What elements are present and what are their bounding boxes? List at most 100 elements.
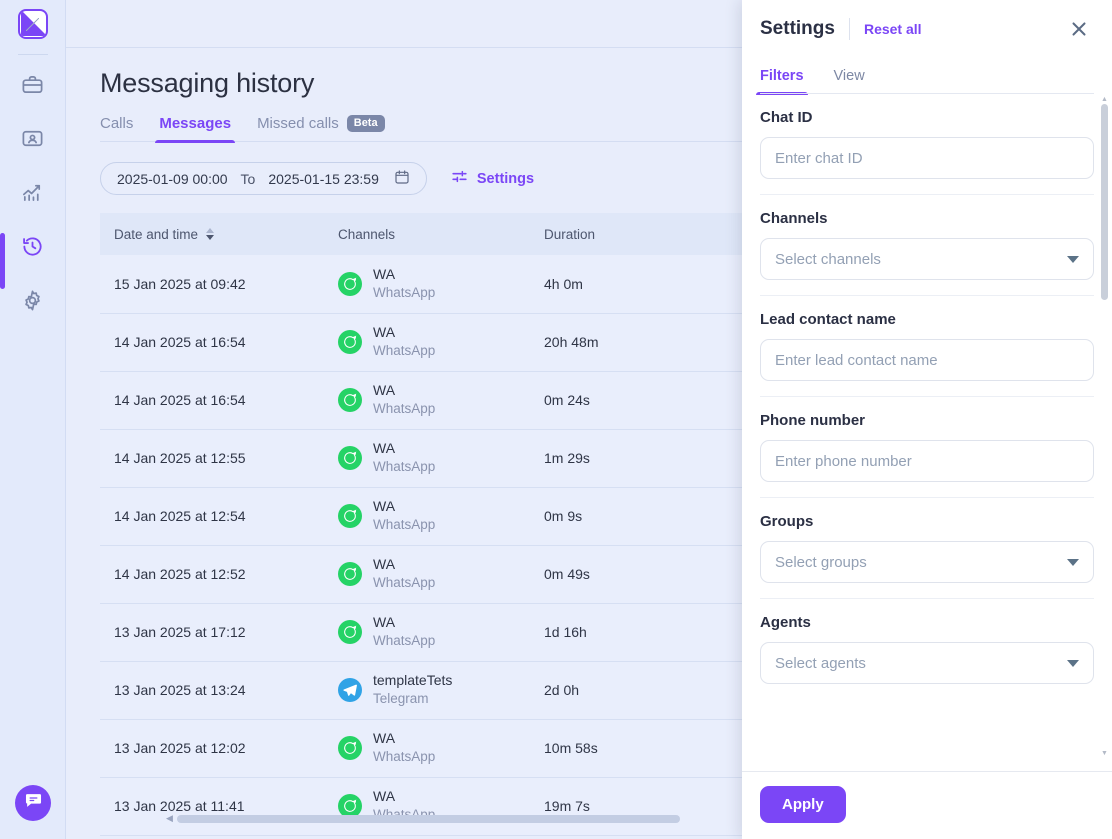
scroll-left-arrow-icon[interactable]: ◀ bbox=[166, 814, 173, 823]
header-divider bbox=[848, 18, 850, 40]
sidebar-item-analytics[interactable] bbox=[11, 173, 55, 217]
drawer-tab-filters[interactable]: Filters bbox=[756, 68, 807, 95]
cell-channel-name: WA bbox=[373, 382, 396, 399]
cell-date: 14 Jan 2025 at 12:52 bbox=[100, 545, 324, 604]
cell-date: 14 Jan 2025 at 12:54 bbox=[100, 487, 324, 546]
drawer-footer: Apply bbox=[742, 771, 1112, 839]
sidebar-item-cases[interactable] bbox=[11, 65, 55, 109]
whatsapp-icon bbox=[338, 387, 362, 412]
sidebar-item-contacts[interactable] bbox=[11, 119, 55, 163]
apply-button[interactable]: Apply bbox=[760, 786, 846, 823]
cell-duration: 0m 24s bbox=[530, 371, 744, 430]
cell-date: 13 Jan 2025 at 17:12 bbox=[100, 603, 324, 662]
whatsapp-icon bbox=[338, 329, 362, 354]
channels-select[interactable]: Select channels bbox=[760, 238, 1094, 280]
cell-date: 13 Jan 2025 at 12:02 bbox=[100, 719, 324, 778]
app-root: R Messaging history Calls Messages Misse… bbox=[0, 0, 1112, 839]
cell-date: 14 Jan 2025 at 16:54 bbox=[100, 313, 324, 372]
cell-channel-name: WA bbox=[373, 730, 396, 747]
left-sidebar bbox=[0, 0, 66, 839]
table-settings-button[interactable]: Settings bbox=[451, 168, 534, 189]
sidebar-item-settings[interactable] bbox=[11, 281, 55, 325]
chat-bubble-icon bbox=[24, 791, 43, 815]
cell-channel: WA WhatsApp bbox=[324, 603, 530, 662]
whatsapp-icon bbox=[338, 619, 362, 644]
field-chat-id-label: Chat ID bbox=[760, 109, 813, 126]
table-settings-label: Settings bbox=[476, 170, 535, 187]
field-phone-number: Phone number bbox=[760, 396, 1094, 482]
cell-channel-name: WA bbox=[373, 788, 396, 805]
app-logo[interactable] bbox=[17, 9, 48, 39]
cell-duration: 20h 48m bbox=[530, 313, 744, 372]
cell-channel: templateTets Telegram bbox=[324, 661, 530, 720]
chat-id-input[interactable] bbox=[760, 137, 1094, 179]
tab-calls-label: Calls bbox=[100, 115, 134, 132]
drawer-vertical-scrollbar[interactable]: ▲ ▼ bbox=[1101, 96, 1108, 757]
column-header-date-label: Date and time bbox=[114, 226, 199, 242]
scrollbar-track[interactable] bbox=[176, 814, 806, 823]
sidebar-item-history[interactable] bbox=[0, 227, 55, 289]
field-groups-label: Groups bbox=[760, 513, 814, 530]
beta-badge: Beta bbox=[346, 115, 385, 132]
field-channels-label: Channels bbox=[760, 210, 828, 227]
drawer-tab-view[interactable]: View bbox=[834, 68, 865, 94]
cell-channel: WA WhatsApp bbox=[324, 719, 530, 778]
date-range-separator: To bbox=[240, 170, 256, 187]
field-lead-contact-name: Lead contact name bbox=[760, 295, 1094, 381]
field-channels: Channels Select channels bbox=[760, 194, 1094, 280]
cell-channel-name: templateTets bbox=[373, 672, 453, 689]
cell-duration: 0m 49s bbox=[530, 545, 744, 604]
chat-support-button[interactable] bbox=[15, 785, 51, 821]
column-header-date[interactable]: Date and time bbox=[100, 213, 324, 255]
cell-channel-type: WhatsApp bbox=[373, 517, 436, 533]
date-range-picker[interactable]: 2025-01-09 00:00 To 2025-01-15 23:59 bbox=[100, 162, 427, 195]
tab-calls[interactable]: Calls bbox=[100, 115, 133, 142]
scroll-up-arrow-icon[interactable]: ▲ bbox=[1101, 96, 1108, 103]
tab-messages-label: Messages bbox=[159, 115, 232, 132]
close-icon[interactable] bbox=[1068, 18, 1090, 40]
telegram-icon bbox=[338, 677, 362, 702]
lead-contact-name-input[interactable] bbox=[760, 339, 1094, 381]
channels-select-placeholder: Select channels bbox=[775, 250, 881, 268]
cell-channel-type: WhatsApp bbox=[373, 575, 436, 591]
groups-select-placeholder: Select groups bbox=[775, 553, 867, 571]
cell-date: 14 Jan 2025 at 16:54 bbox=[100, 371, 324, 430]
tab-messages[interactable]: Messages bbox=[155, 115, 235, 143]
drawer-scrollbar-thumb[interactable] bbox=[1101, 104, 1108, 300]
sidebar-items bbox=[0, 65, 65, 325]
table-horizontal-scrollbar[interactable]: ◀ bbox=[166, 814, 806, 823]
scrollbar-thumb[interactable] bbox=[176, 814, 681, 823]
cell-channel-type: WhatsApp bbox=[373, 401, 436, 417]
drawer-body: Filters View Chat ID Channels Select cha… bbox=[742, 54, 1112, 771]
scroll-down-arrow-icon[interactable]: ▼ bbox=[1101, 750, 1108, 757]
history-clock-icon bbox=[21, 235, 44, 263]
cell-channel-type: WhatsApp bbox=[373, 459, 436, 475]
column-header-duration-label: Duration bbox=[544, 226, 596, 242]
filter-sliders-icon bbox=[451, 168, 468, 189]
cell-date: 15 Jan 2025 at 09:42 bbox=[100, 255, 324, 314]
cell-channel: WA WhatsApp bbox=[324, 313, 530, 372]
cell-channel-name: WA bbox=[373, 266, 396, 283]
field-chat-id: Chat ID bbox=[760, 94, 1094, 179]
gear-icon bbox=[21, 289, 44, 317]
tab-missed-calls[interactable]: Missed calls Beta bbox=[257, 115, 385, 142]
groups-select[interactable]: Select groups bbox=[760, 541, 1094, 583]
column-header-channels[interactable]: Channels bbox=[324, 213, 530, 255]
cell-channel-name: WA bbox=[373, 614, 396, 631]
cell-channel-name: WA bbox=[373, 324, 396, 341]
cell-duration: 10m 58s bbox=[530, 719, 744, 778]
phone-number-input[interactable] bbox=[760, 440, 1094, 482]
cell-duration: 1m 29s bbox=[530, 429, 744, 488]
column-header-channels-label: Channels bbox=[338, 226, 396, 242]
chevron-down-icon bbox=[1067, 255, 1079, 263]
cell-duration: 1d 16h bbox=[530, 603, 744, 662]
column-header-duration[interactable]: Duration bbox=[530, 213, 744, 255]
cell-channel-name: WA bbox=[373, 556, 396, 573]
drawer-title: Settings bbox=[760, 18, 835, 39]
sort-arrows-icon[interactable] bbox=[206, 228, 215, 240]
cell-duration: 19m 7s bbox=[530, 777, 744, 836]
cell-duration: 2d 0h bbox=[530, 661, 744, 720]
reset-all-button[interactable]: Reset all bbox=[864, 21, 922, 37]
agents-select[interactable]: Select agents bbox=[760, 642, 1094, 684]
date-range-from: 2025-01-09 00:00 bbox=[117, 170, 228, 187]
